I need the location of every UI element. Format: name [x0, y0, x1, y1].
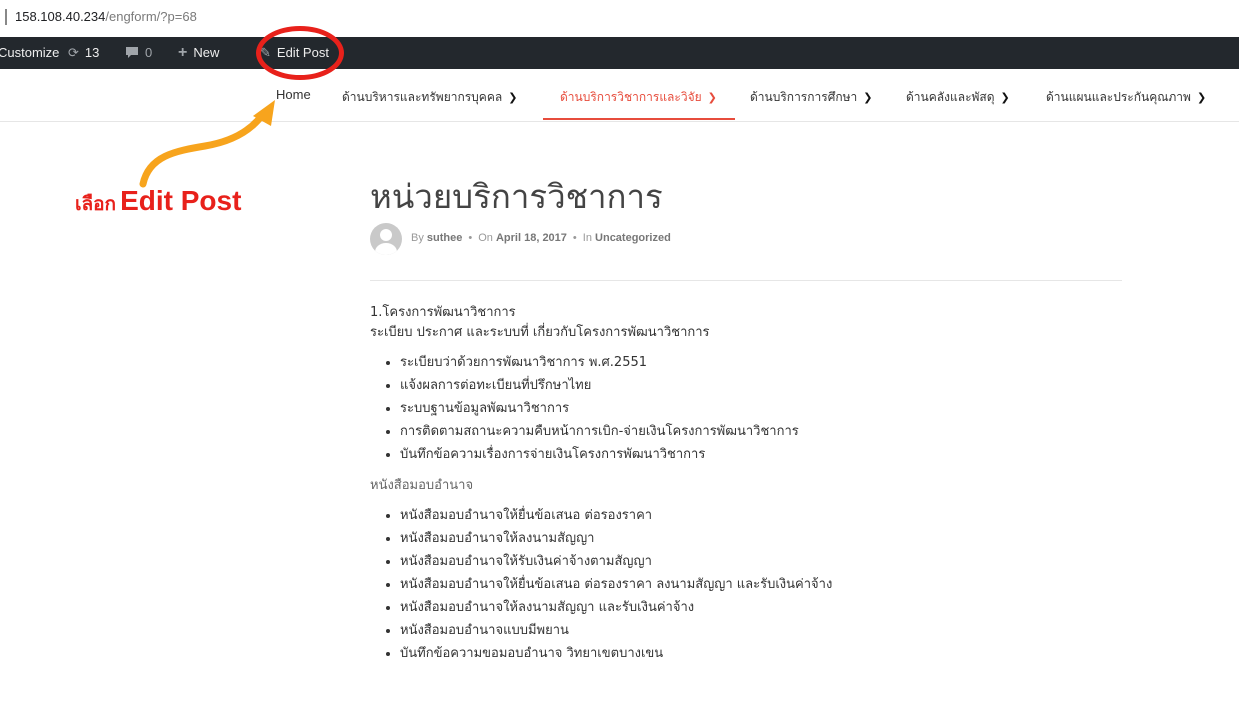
new-content-link[interactable]: + New [178, 37, 219, 69]
author-link[interactable]: suthee [427, 232, 462, 244]
comment-icon [126, 47, 138, 58]
customize-link[interactable]: Customize [0, 37, 59, 69]
list-item[interactable]: หนังสือมอบอำนาจให้รับเงินค่าจ้างตามสัญญา [400, 550, 1130, 573]
nav-item-label: ด้านบริการวิชาการและวิจัย [560, 90, 702, 104]
chevron-down-icon: ❯ [707, 91, 717, 104]
nav-item-label: ด้านแผนและประกันคุณภาพ [1046, 90, 1191, 104]
updates-count: 13 [84, 45, 100, 60]
chevron-down-icon: ❯ [863, 91, 873, 104]
highlight-ellipse [256, 26, 344, 80]
refresh-icon: ⟳ [68, 45, 79, 60]
list-item[interactable]: บันทึกข้อความเรื่องการจ่ายเงินโครงการพัฒ… [400, 443, 1130, 466]
updates-link[interactable]: ⟳ 13 [68, 37, 99, 69]
list-item[interactable]: บันทึกข้อความขอมอบอำนาจ วิทยาเขตบางเขน [400, 642, 1130, 665]
post-date[interactable]: April 18, 2017 [496, 232, 567, 244]
chevron-down-icon: ❯ [1000, 91, 1010, 104]
list-item[interactable]: ระเบียบว่าด้วยการพัฒนาวิชาการ พ.ศ.2551 [400, 351, 1130, 374]
url-host: 158.108.40.234 [15, 9, 106, 24]
pointer-arrow-icon [139, 100, 275, 188]
address-bar-divider [5, 9, 7, 25]
section1-list: ระเบียบว่าด้วยการพัฒนาวิชาการ พ.ศ.2551 แ… [370, 351, 1130, 466]
annotation-target: Edit Post [120, 185, 242, 216]
address-bar[interactable]: 158.108.40.234/engform/?p=68 [0, 0, 1239, 37]
nav-item-finance[interactable]: ด้านคลังและพัสดุ ❯ [906, 88, 1010, 107]
customize-label: Customize [0, 45, 60, 60]
nav-item-education[interactable]: ด้านบริการการศึกษา ❯ [750, 88, 872, 107]
section-heading: หนังสือมอบอำนาจ [370, 478, 474, 493]
list-item[interactable]: หนังสือมอบอำนาจให้ลงนามสัญญา [400, 527, 1130, 550]
post-content: 1.โครงการพัฒนาวิชาการ ระเบียบ ประกาศ และ… [370, 303, 1130, 665]
list-item[interactable]: การติดตามสถานะความคืบหน้าการเบิก-จ่ายเงิ… [400, 420, 1130, 443]
avatar [370, 223, 402, 255]
nav-item-planning[interactable]: ด้านแผนและประกันคุณภาพ ❯ [1046, 88, 1206, 107]
section-heading: 1.โครงการพัฒนาวิชาการ [370, 305, 516, 320]
author-prefix: By [411, 232, 424, 244]
list-item[interactable]: หนังสือมอบอำนาจให้ลงนามสัญญา และรับเงินค… [400, 596, 1130, 619]
meta-separator: • [468, 232, 473, 244]
list-item[interactable]: หนังสือมอบอำนาจแบบมีพยาน [400, 619, 1130, 642]
list-item[interactable]: หนังสือมอบอำนาจให้ยื่นข้อเสนอ ต่อรองราคา [400, 504, 1130, 527]
post-meta-text: By suthee • On April 18, 2017 • In Uncategor… [411, 232, 671, 244]
comments-link[interactable]: 0 [125, 37, 152, 69]
url-path: /engform/?p=68 [105, 9, 197, 24]
annotation-label: เลือก Edit Post [75, 185, 241, 219]
chevron-down-icon: ❯ [1196, 91, 1207, 104]
chevron-down-icon: ❯ [508, 91, 518, 104]
annotation-prefix: เลือก [75, 194, 117, 215]
nav-item-label: ด้านคลังและพัสดุ [906, 90, 995, 104]
new-label: New [193, 45, 220, 60]
nav-item-academic-services[interactable]: ด้านบริการวิชาการและวิจัย ❯ [560, 88, 717, 107]
category-link[interactable]: Uncategorized [595, 232, 671, 244]
page-title: หน่วยบริการวิชาการ [370, 177, 663, 216]
date-prefix: On [478, 232, 493, 244]
active-nav-underline [543, 118, 735, 120]
section2-list: หนังสือมอบอำนาจให้ยื่นข้อเสนอ ต่อรองราคา… [370, 504, 1130, 665]
meta-separator: • [572, 232, 577, 244]
list-item[interactable]: ระบบฐานข้อมูลพัฒนาวิชาการ [400, 397, 1130, 420]
category-prefix: In [582, 232, 592, 244]
comments-count: 0 [145, 45, 153, 60]
section-subheading: ระเบียบ ประกาศ และระบบที่ เกี่ยวกับโครงก… [370, 325, 710, 340]
divider [370, 280, 1122, 281]
nav-item-admin-hr[interactable]: ด้านบริหารและทรัพยากรบุคคล ❯ [342, 88, 517, 107]
nav-item-label: ด้านบริการการศึกษา [750, 90, 858, 104]
url-text[interactable]: 158.108.40.234/engform/?p=68 [15, 9, 197, 24]
list-item[interactable]: หนังสือมอบอำนาจให้ยื่นข้อเสนอ ต่อรองราคา… [400, 573, 1130, 596]
admin-bar: Customize ⟳ 13 0 + New ✎ Edit Post [0, 37, 1239, 69]
nav-item-label: ด้านบริหารและทรัพยากรบุคคล [342, 90, 503, 104]
plus-icon: + [178, 44, 188, 61]
list-item[interactable]: แจ้งผลการต่อทะเบียนที่ปรึกษาไทย [400, 374, 1130, 397]
